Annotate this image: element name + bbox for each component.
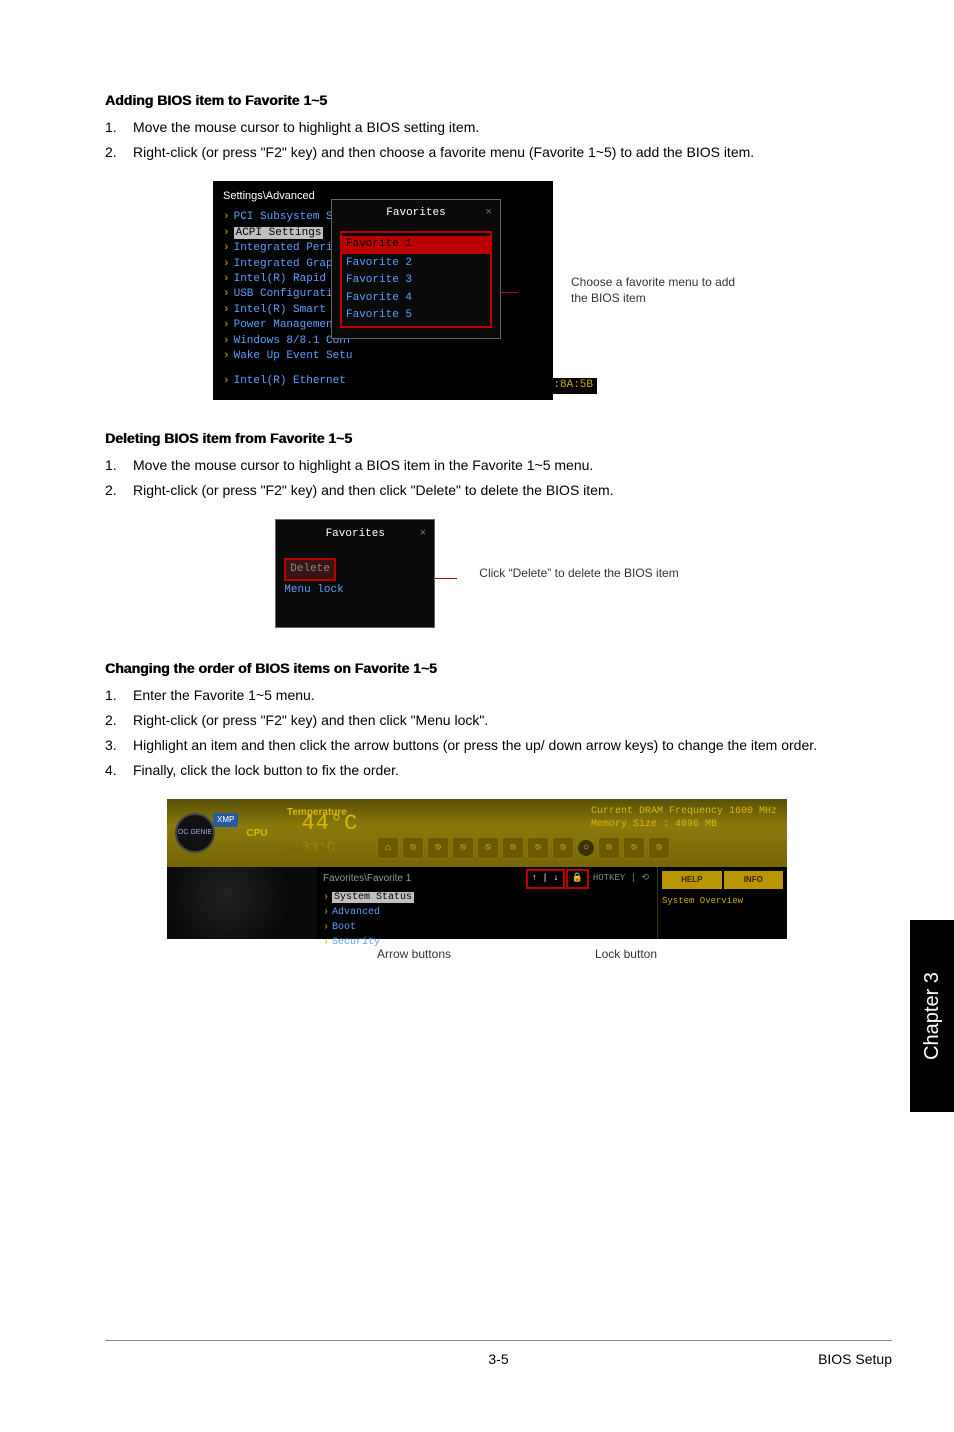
bios-side: HELP INFO System Overview [657,867,787,939]
list-text: Right-click (or press "F2" key) and then… [133,710,849,731]
list-text: Finally, click the lock button to fix th… [133,760,849,781]
bios-item[interactable]: ›Intel(R) Ethernet [223,374,543,389]
menu-item[interactable]: ›System Status [323,890,651,905]
screenshot-adding: Settings\Advanced ›PCI Subsystem Sett ›A… [105,181,849,400]
favorites-popup: Favorites × Delete Menu lock [275,519,435,629]
favorite-option[interactable]: Favorite 4 [346,290,486,307]
device-icon[interactable]: ⎋ [502,837,524,859]
list-num: 2. [105,142,133,163]
list-num: 1. [105,117,133,138]
favorites-popup: Favorites × Favorite 1 Favorite 2 Favori… [331,199,501,339]
device-icon[interactable]: ⎋ [552,837,574,859]
list-text: Move the mouse cursor to highlight a BIO… [133,455,849,476]
temperature-label: Temperature [287,805,347,820]
page-footer: 3-5 BIOS Setup [105,1340,892,1370]
decor-panel [167,867,317,939]
device-icon[interactable]: ⎋ [527,837,549,859]
heading-changing: Changing the order of BIOS items on Favo… [105,658,849,679]
device-icon[interactable]: ⎋ [452,837,474,859]
favorite-option[interactable]: Favorite 2 [346,255,486,272]
menu-item[interactable]: ›Advanced [323,905,651,920]
favorite-option[interactable]: Favorite 3 [346,272,486,289]
device-icon[interactable]: ⎋ [648,837,670,859]
list-num: 2. [105,710,133,731]
popup-title: Favorites × [284,526,426,543]
footer-title: BIOS Setup [818,1349,892,1370]
device-icon[interactable]: ⎋ [477,837,499,859]
callout-line [435,578,457,579]
device-icon[interactable]: ⎋ [427,837,449,859]
arrow-buttons[interactable]: ↑ | ↓ [526,869,565,889]
screenshot-reorder: OC GENIE XMP CPU Temperature 44°C 33°C M… [105,799,849,963]
bios-header: OC GENIE XMP CPU Temperature 44°C 33°C M… [167,799,787,867]
list-text: Right-click (or press "F2" key) and then… [133,142,849,163]
list-text: Move the mouse cursor to highlight a BIO… [133,117,849,138]
menulock-option[interactable]: Menu lock [284,581,426,600]
boot-icons: ⌂ ⎋ ⎋ ⎋ ⎋ ⎋ ⎋ ⎋ ○ ⎋ ⎋ ⎋ [377,837,670,859]
list-text: Highlight an item and then click the arr… [133,735,849,756]
list-deleting: 1.Move the mouse cursor to highlight a B… [105,455,849,501]
list-num: 4. [105,760,133,781]
help-button[interactable]: HELP [662,871,722,889]
device-icon[interactable]: ⎋ [623,837,645,859]
bios-panel: Settings\Advanced ›PCI Subsystem Sett ›A… [213,181,553,400]
page-number: 3-5 [488,1349,508,1370]
list-text: Right-click (or press "F2" key) and then… [133,480,849,501]
device-icon[interactable]: ⎋ [402,837,424,859]
list-num: 3. [105,735,133,756]
xmp-badge[interactable]: XMP [213,813,238,827]
bios-main: Favorites\Favorite 1 ›System Status ›Adv… [317,867,657,939]
menu-item[interactable]: ›Boot [323,920,651,935]
device-icon[interactable]: ⎋ [598,837,620,859]
heading-deleting: Deleting BIOS item from Favorite 1~5 [105,428,849,449]
hotkey-text[interactable]: HOTKEY | ⟲ [593,872,649,886]
bios-item[interactable]: ›Wake Up Event Setu [223,349,543,364]
side-overview: System Overview [662,895,783,909]
delete-option[interactable]: Delete [284,558,336,581]
close-icon[interactable]: × [485,206,492,221]
callout-line [500,292,518,293]
favorite-option[interactable]: Favorite 1 [342,236,490,253]
chapter-tab: Chapter 3 [910,920,954,1112]
heading-adding: Adding BIOS item to Favorite 1~5 [105,90,849,111]
cpu-label: CPU [246,826,267,841]
ocgenie-button[interactable]: OC GENIE [175,813,215,853]
device-icon[interactable]: ⌂ [377,837,399,859]
screenshot-caption: Click “Delete” to delete the BIOS item [479,564,678,582]
list-num: 1. [105,455,133,476]
favorites-options-highlight: Favorite 1 Favorite 2 Favorite 3 Favorit… [340,231,492,328]
favorite-option[interactable]: Favorite 5 [346,307,486,324]
close-icon[interactable]: × [420,526,427,543]
list-num: 1. [105,685,133,706]
list-adding: 1.Move the mouse cursor to highlight a B… [105,117,849,163]
hotkey-bar: ↑ | ↓ 🔒 HOTKEY | ⟲ [526,869,649,889]
list-text: Enter the Favorite 1~5 menu. [133,685,849,706]
motherboard-label: Motherboard [287,845,332,857]
list-changing: 1.Enter the Favorite 1~5 menu. 2.Right-c… [105,685,849,781]
menu-item[interactable]: ›Security [323,935,651,950]
screenshot-caption: Choose a favorite menu to add the BIOS i… [571,274,741,308]
info-button[interactable]: INFO [724,871,784,889]
popup-title: Favorites × [340,206,492,227]
device-icon[interactable]: ○ [577,839,595,857]
mac-fragment: :8A:5B [549,378,597,393]
lock-button[interactable]: 🔒 [566,869,589,889]
bios-ui: OC GENIE XMP CPU Temperature 44°C 33°C M… [167,799,787,939]
list-num: 2. [105,480,133,501]
screenshot-deleting: Favorites × Delete Menu lock Click “Dele… [105,519,849,629]
